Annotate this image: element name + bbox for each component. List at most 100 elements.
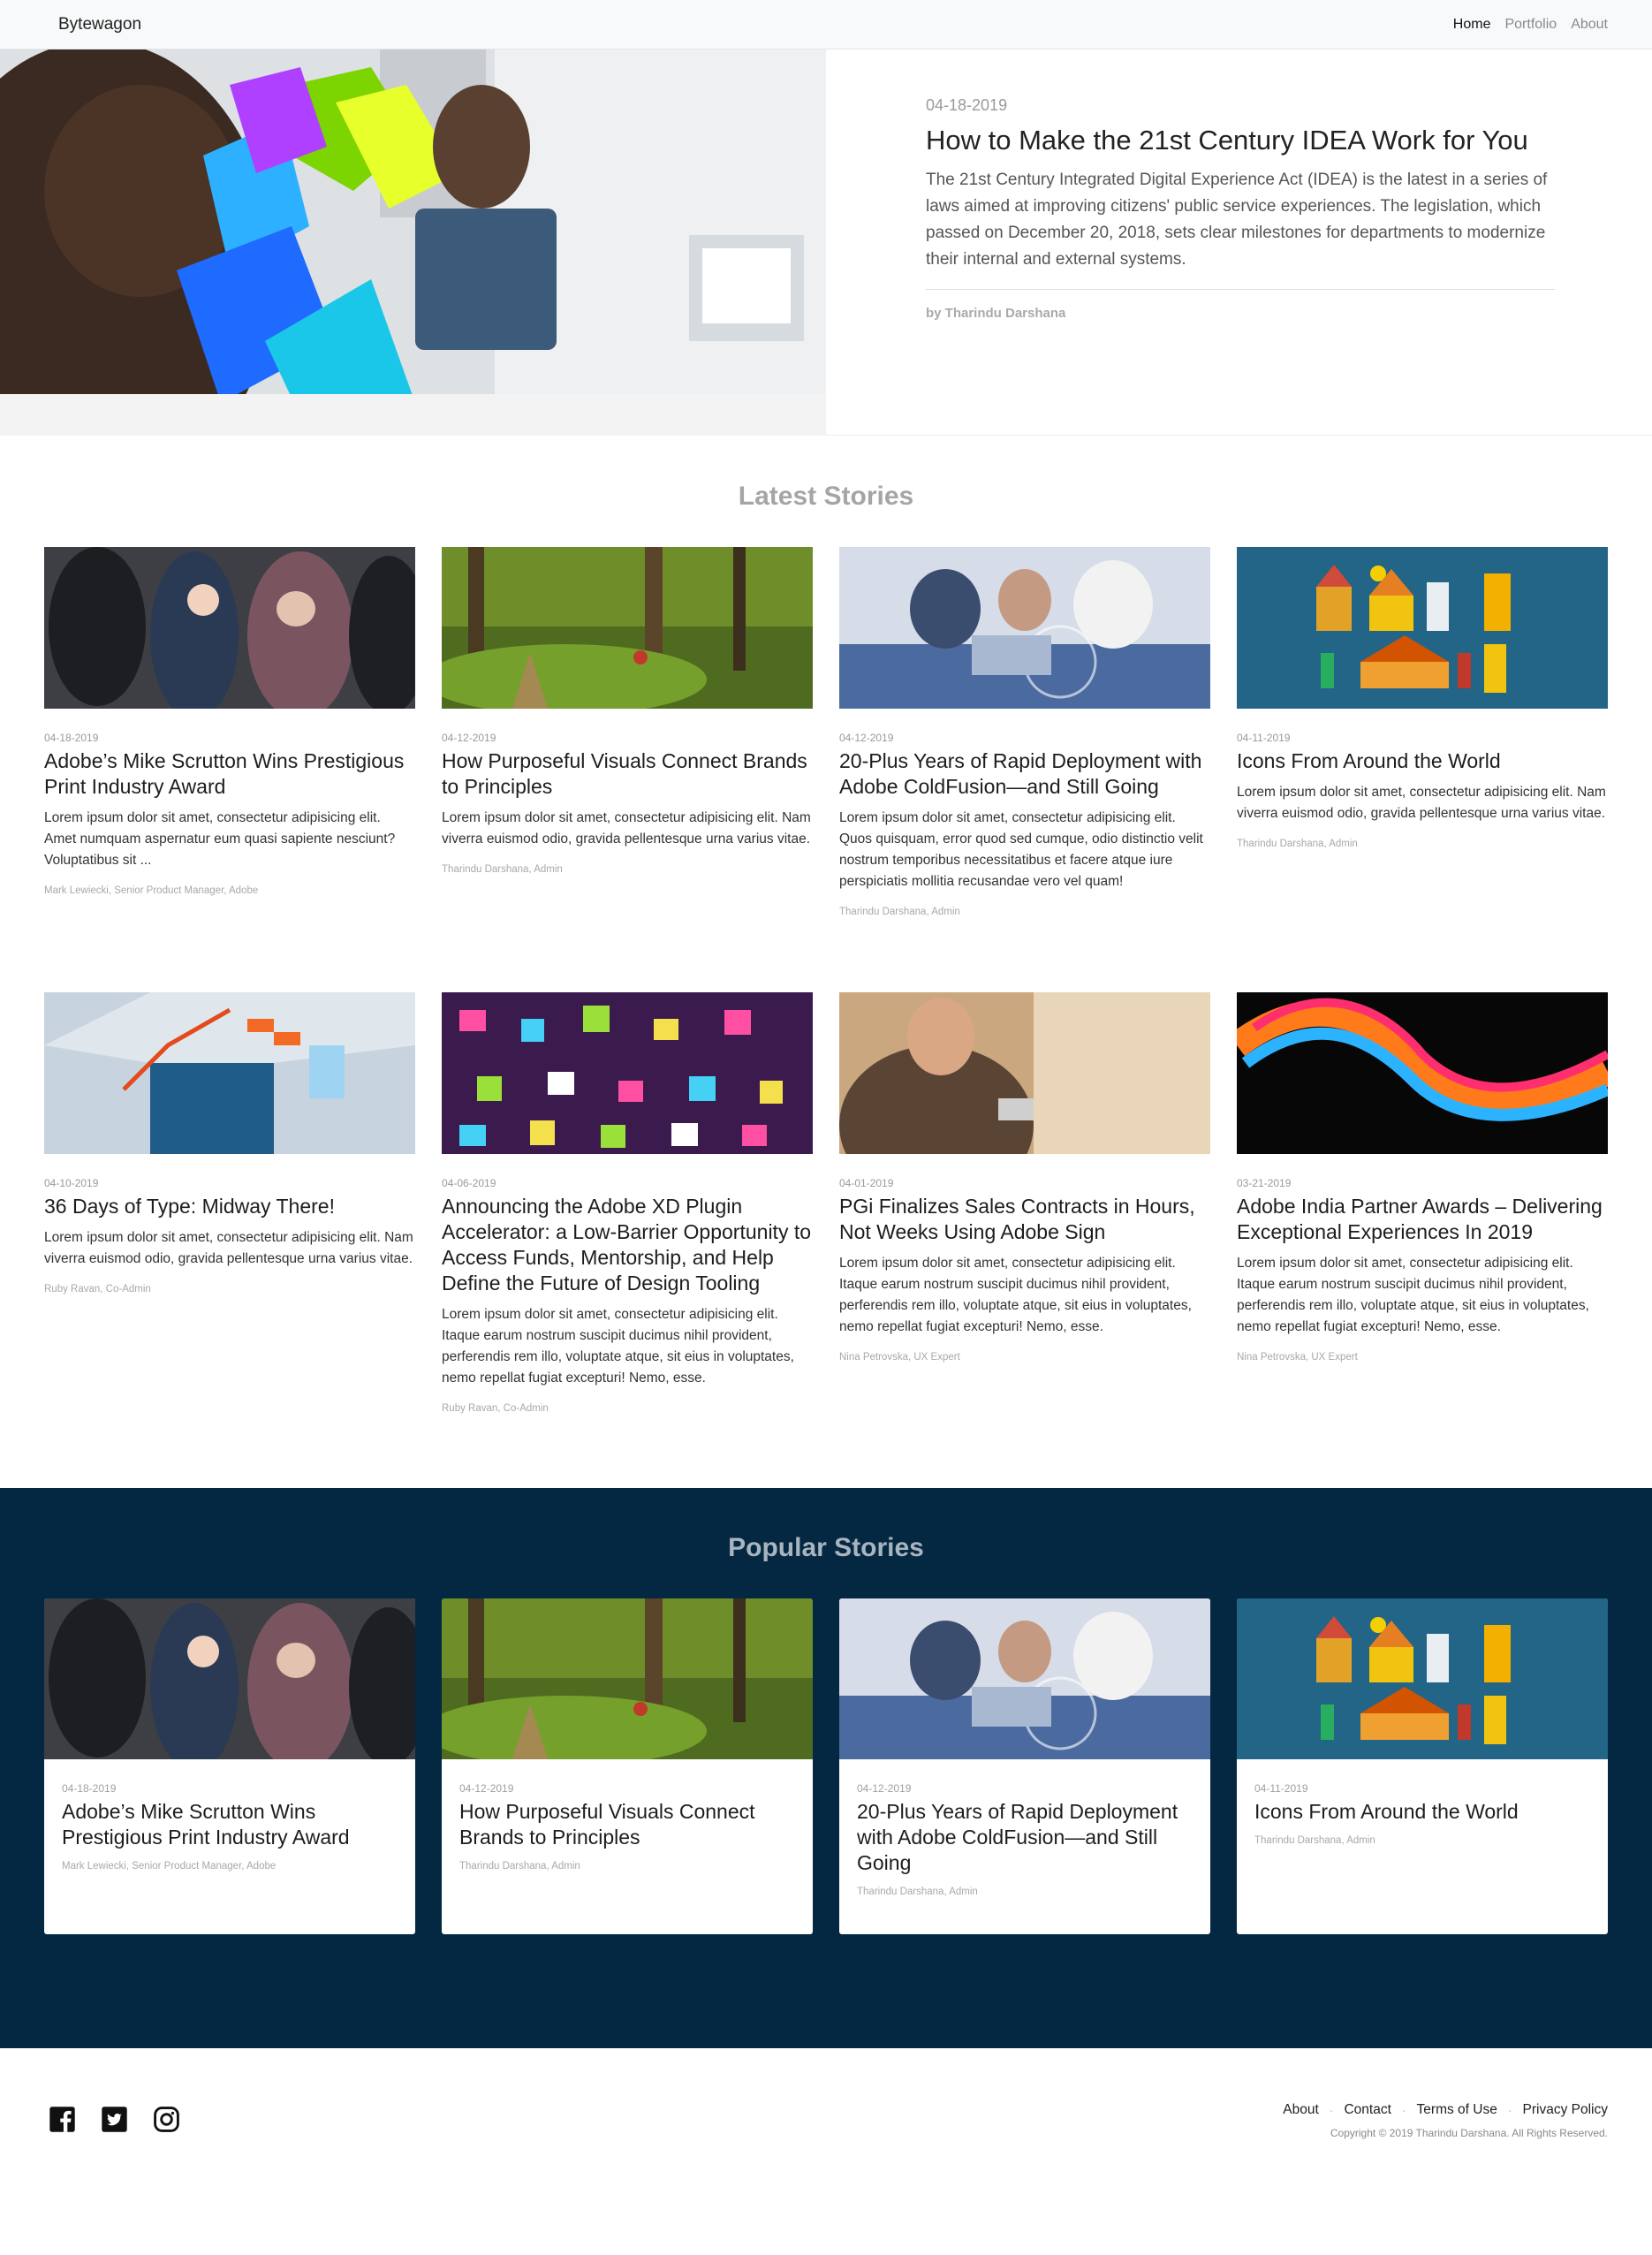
story-card[interactable]: 04-06-2019 Announcing the Adobe XD Plugi… bbox=[442, 992, 813, 1414]
story-card[interactable]: 04-11-2019 Icons From Around the World L… bbox=[1237, 547, 1608, 917]
story-excerpt: Lorem ipsum dolor sit amet, consectetur … bbox=[442, 1307, 794, 1386]
story-author: Tharindu Darshana, Admin bbox=[839, 907, 960, 917]
story-title[interactable]: 36 Days of Type: Midway There! bbox=[44, 1194, 415, 1219]
story-author: Ruby Ravan, Co-Admin bbox=[44, 1284, 151, 1295]
story-card[interactable]: 03-21-2019 Adobe India Partner Awards – … bbox=[1237, 992, 1608, 1414]
popular-stories-title: Popular Stories bbox=[728, 1533, 924, 1562]
footer-links: About · Contact · Terms of Use · Privacy… bbox=[1283, 2102, 1608, 2118]
story-date: 04-12-2019 bbox=[459, 1782, 514, 1795]
story-card[interactable]: 04-12-2019 How Purposeful Visuals Connec… bbox=[442, 547, 813, 917]
latest-stories-row-1: 04-18-2019 Adobe’s Mike Scrutton Wins Pr… bbox=[44, 547, 1608, 917]
story-title[interactable]: 20-Plus Years of Rapid Deployment with A… bbox=[839, 748, 1210, 800]
hero-story: 04-18-2019 How to Make the 21st Century … bbox=[0, 49, 1652, 436]
popular-stories-section: Popular Stories 04-18-2019 Adobe’s Mike … bbox=[0, 1488, 1652, 2048]
nav-link-portfolio[interactable]: Portfolio bbox=[1504, 17, 1557, 33]
nav-links: Home Portfolio About bbox=[1453, 17, 1608, 33]
hero-date: 04-18-2019 bbox=[926, 96, 1008, 114]
footer: About · Contact · Terms of Use · Privacy… bbox=[0, 2048, 1652, 2182]
story-author: Tharindu Darshana, Admin bbox=[1237, 839, 1358, 849]
story-title[interactable]: Icons From Around the World bbox=[1254, 1799, 1590, 1825]
story-image-forest[interactable] bbox=[442, 1598, 813, 1759]
story-title[interactable]: PGi Finalizes Sales Contracts in Hours, … bbox=[839, 1194, 1210, 1245]
story-image-thai-icons[interactable] bbox=[1237, 547, 1608, 709]
story-title[interactable]: 20-Plus Years of Rapid Deployment with A… bbox=[857, 1799, 1193, 1876]
story-excerpt: Lorem ipsum dolor sit amet, consectetur … bbox=[44, 810, 396, 868]
story-title[interactable]: Announcing the Adobe XD Plugin Accelerat… bbox=[442, 1194, 813, 1296]
footer-link-terms[interactable]: Terms of Use bbox=[1417, 2102, 1497, 2118]
popular-story-card[interactable]: 04-11-2019 Icons From Around the World T… bbox=[1237, 1598, 1608, 1934]
story-image-team-laptop[interactable] bbox=[839, 1598, 1210, 1759]
story-card[interactable]: 04-18-2019 Adobe’s Mike Scrutton Wins Pr… bbox=[44, 547, 415, 917]
instagram-icon[interactable] bbox=[153, 2106, 180, 2133]
story-date: 04-12-2019 bbox=[839, 732, 894, 744]
story-date: 04-01-2019 bbox=[839, 1177, 894, 1189]
story-date: 04-12-2019 bbox=[857, 1782, 912, 1795]
story-image-man-phone[interactable] bbox=[839, 992, 1210, 1154]
brand-logo[interactable]: Bytewagon bbox=[58, 15, 141, 34]
latest-stories-row-2: 04-10-2019 36 Days of Type: Midway There… bbox=[44, 992, 1608, 1414]
story-date: 04-06-2019 bbox=[442, 1177, 496, 1189]
story-image-color-swirl[interactable] bbox=[1237, 992, 1608, 1154]
story-author: Tharindu Darshana, Admin bbox=[442, 864, 563, 875]
story-date: 04-10-2019 bbox=[44, 1177, 99, 1189]
story-excerpt: Lorem ipsum dolor sit amet, consectetur … bbox=[1237, 785, 1606, 821]
story-excerpt: Lorem ipsum dolor sit amet, consectetur … bbox=[44, 1230, 413, 1266]
story-card[interactable]: 04-01-2019 PGi Finalizes Sales Contracts… bbox=[839, 992, 1210, 1414]
story-card[interactable]: 04-10-2019 36 Days of Type: Midway There… bbox=[44, 992, 415, 1414]
story-excerpt: Lorem ipsum dolor sit amet, consectetur … bbox=[442, 810, 811, 847]
story-excerpt: Lorem ipsum dolor sit amet, consectetur … bbox=[839, 1256, 1192, 1334]
story-author: Mark Lewiecki, Senior Product Manager, A… bbox=[62, 1861, 277, 1872]
story-date: 03-21-2019 bbox=[1237, 1177, 1292, 1189]
story-excerpt: Lorem ipsum dolor sit amet, consectetur … bbox=[1237, 1256, 1589, 1334]
story-title[interactable]: Adobe’s Mike Scrutton Wins Prestigious P… bbox=[62, 1799, 398, 1850]
social-links bbox=[49, 2106, 180, 2133]
story-author: Tharindu Darshana, Admin bbox=[459, 1861, 580, 1872]
story-image-office-meeting[interactable] bbox=[44, 1598, 415, 1759]
story-date: 04-12-2019 bbox=[442, 732, 496, 744]
story-card[interactable]: 04-12-2019 20-Plus Years of Rapid Deploy… bbox=[839, 547, 1210, 917]
story-date: 04-18-2019 bbox=[44, 732, 99, 744]
footer-link-about[interactable]: About bbox=[1283, 2102, 1319, 2118]
footer-link-privacy[interactable]: Privacy Policy bbox=[1523, 2102, 1608, 2118]
story-title[interactable]: How Purposeful Visuals Connect Brands to… bbox=[459, 1799, 795, 1850]
popular-stories-grid: 04-18-2019 Adobe’s Mike Scrutton Wins Pr… bbox=[44, 1598, 1608, 1934]
story-author: Ruby Ravan, Co-Admin bbox=[442, 1403, 549, 1414]
story-author: Nina Petrovska, UX Expert bbox=[1237, 1352, 1358, 1363]
story-title[interactable]: Adobe India Partner Awards – Delivering … bbox=[1237, 1194, 1608, 1245]
twitter-icon[interactable] bbox=[101, 2106, 128, 2133]
story-image-type-staircase[interactable] bbox=[44, 992, 415, 1154]
story-date: 04-11-2019 bbox=[1254, 1782, 1308, 1795]
nav-link-home[interactable]: Home bbox=[1453, 17, 1491, 33]
popular-story-card[interactable]: 04-12-2019 20-Plus Years of Rapid Deploy… bbox=[839, 1598, 1210, 1934]
story-title[interactable]: Adobe’s Mike Scrutton Wins Prestigious P… bbox=[44, 748, 415, 800]
hero-text: 04-18-2019 How to Make the 21st Century … bbox=[826, 49, 1652, 435]
navbar: Bytewagon Home Portfolio About bbox=[0, 0, 1652, 49]
story-date: 04-18-2019 bbox=[62, 1782, 117, 1795]
separator-dot: · bbox=[1507, 2102, 1512, 2117]
hero-author: by Tharindu Darshana bbox=[926, 305, 1066, 321]
popular-story-card[interactable]: 04-12-2019 How Purposeful Visuals Connec… bbox=[442, 1598, 813, 1934]
story-title[interactable]: Icons From Around the World bbox=[1237, 748, 1608, 774]
copyright-text: Copyright © 2019 Tharindu Darshana. All … bbox=[1330, 2126, 1608, 2139]
nav-link-about[interactable]: About bbox=[1571, 17, 1608, 33]
popular-story-card[interactable]: 04-18-2019 Adobe’s Mike Scrutton Wins Pr… bbox=[44, 1598, 415, 1934]
story-author: Tharindu Darshana, Admin bbox=[857, 1887, 978, 1897]
story-image-plugin-pattern[interactable] bbox=[442, 992, 813, 1154]
separator-dot: · bbox=[1401, 2102, 1406, 2117]
latest-stories-title: Latest Stories bbox=[738, 482, 914, 511]
story-author: Tharindu Darshana, Admin bbox=[1254, 1835, 1375, 1846]
story-date: 04-11-2019 bbox=[1237, 732, 1291, 744]
story-image-thai-icons[interactable] bbox=[1237, 1598, 1608, 1759]
facebook-icon[interactable] bbox=[49, 2106, 76, 2133]
story-image-office-meeting[interactable] bbox=[44, 547, 415, 709]
story-author: Nina Petrovska, UX Expert bbox=[839, 1352, 960, 1363]
story-title[interactable]: How Purposeful Visuals Connect Brands to… bbox=[442, 748, 813, 800]
latest-stories-section: Latest Stories 04-18-2019 Adobe’s Mike S… bbox=[0, 482, 1652, 1414]
story-author: Mark Lewiecki, Senior Product Manager, A… bbox=[44, 885, 259, 896]
story-image-team-laptop[interactable] bbox=[839, 547, 1210, 709]
footer-link-contact[interactable]: Contact bbox=[1344, 2102, 1391, 2118]
hero-excerpt: The 21st Century Integrated Digital Expe… bbox=[926, 167, 1555, 290]
hero-title[interactable]: How to Make the 21st Century IDEA Work f… bbox=[926, 124, 1555, 158]
story-image-forest[interactable] bbox=[442, 547, 813, 709]
hero-image[interactable] bbox=[0, 49, 826, 436]
